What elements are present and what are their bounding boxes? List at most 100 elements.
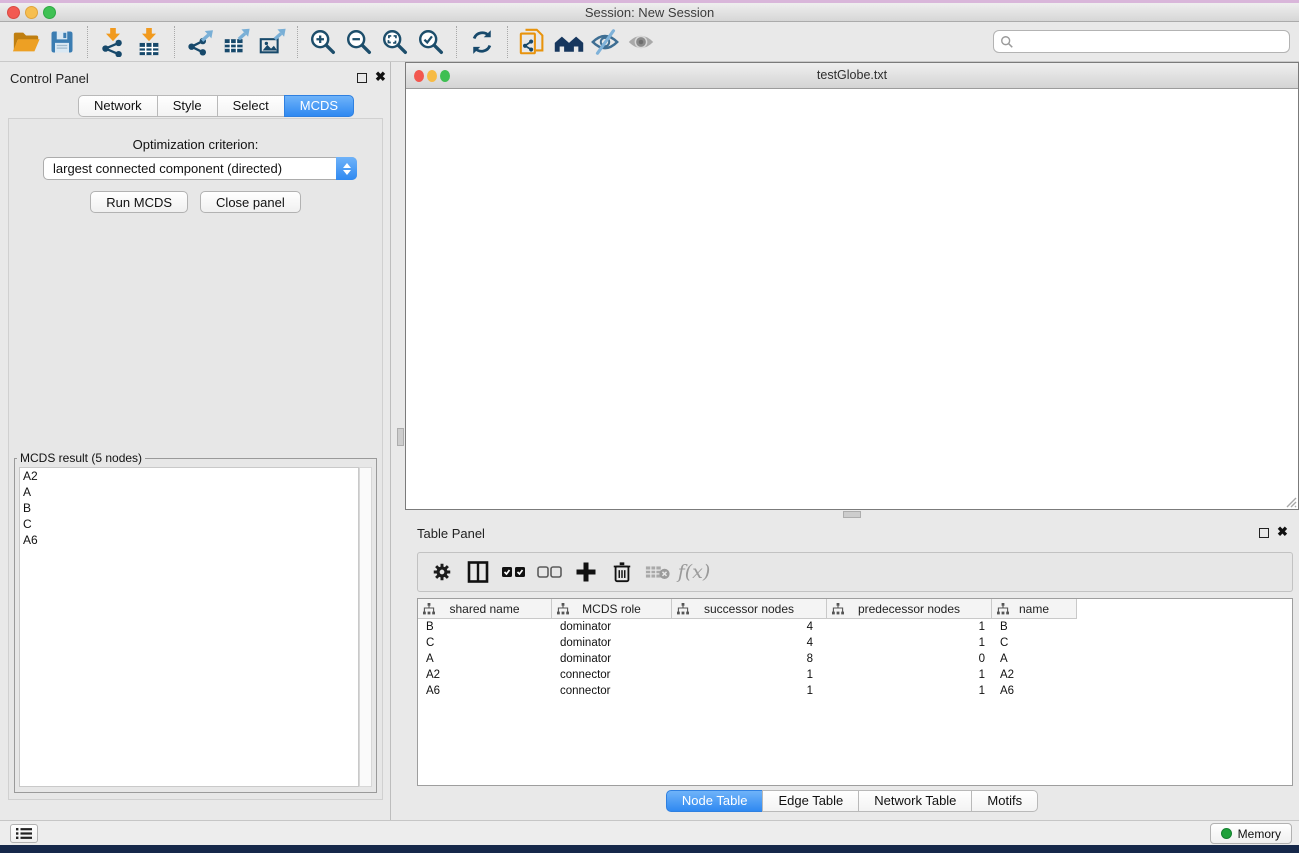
show-log-button[interactable]: [10, 824, 38, 843]
table-cell[interactable]: 1: [672, 667, 827, 683]
mcds-result-scrollbar[interactable]: [359, 467, 372, 787]
tab-select[interactable]: Select: [217, 95, 285, 117]
delete-table-button[interactable]: [642, 556, 674, 588]
table-cell[interactable]: A2: [418, 667, 552, 683]
column-header[interactable]: shared name: [418, 599, 552, 619]
network-canvas[interactable]: [406, 89, 1298, 509]
tab-edge-table[interactable]: Edge Table: [762, 790, 859, 812]
mcds-result-item[interactable]: C: [20, 516, 358, 532]
mcds-tab-panel: Optimization criterion: largest connecte…: [8, 118, 383, 800]
open-session-button[interactable]: [8, 25, 44, 59]
table-cell[interactable]: 4: [672, 619, 827, 635]
tab-node-table[interactable]: Node Table: [666, 790, 764, 812]
table-float-icon[interactable]: [1259, 528, 1269, 538]
table-cell[interactable]: 1: [827, 667, 992, 683]
column-header[interactable]: MCDS role: [552, 599, 672, 619]
table-cell[interactable]: 0: [827, 651, 992, 667]
table-cell[interactable]: B: [418, 619, 552, 635]
hide-details-eye-icon: [589, 27, 621, 57]
table-cell[interactable]: A6: [418, 683, 552, 699]
table-row[interactable]: Adominator80A: [418, 651, 1292, 667]
network-graph[interactable]: [406, 89, 1298, 509]
function-builder-button[interactable]: f(x): [678, 556, 710, 588]
column-header[interactable]: successor nodes: [672, 599, 827, 619]
tab-style[interactable]: Style: [157, 95, 218, 117]
table-cell[interactable]: 1: [827, 635, 992, 651]
refresh-button[interactable]: [464, 25, 500, 59]
tab-mcds[interactable]: MCDS: [284, 95, 354, 117]
network-window-titlebar: testGlobe.txt: [406, 63, 1298, 89]
toolbar-separator: [456, 26, 457, 58]
table-row[interactable]: A2connector11A2: [418, 667, 1292, 683]
mcds-result-item[interactable]: B: [20, 500, 358, 516]
search-input[interactable]: [1014, 31, 1289, 52]
export-network-button[interactable]: [182, 25, 218, 59]
zoom-out-button[interactable]: [341, 25, 377, 59]
table-cell[interactable]: connector: [552, 683, 672, 699]
table-row[interactable]: Cdominator41C: [418, 635, 1292, 651]
table-cell[interactable]: 8: [672, 651, 827, 667]
close-panel-button[interactable]: Close panel: [200, 191, 301, 213]
node-table-body: Bdominator41BCdominator41CAdominator80AA…: [418, 619, 1292, 785]
float-panel-icon[interactable]: [357, 73, 367, 83]
tab-motifs[interactable]: Motifs: [971, 790, 1038, 812]
table-cell[interactable]: B: [992, 619, 1077, 635]
column-header[interactable]: predecessor nodes: [827, 599, 992, 619]
export-table-button[interactable]: [218, 25, 254, 59]
status-bar: Memory: [0, 820, 1299, 845]
table-close-icon[interactable]: ✖: [1277, 525, 1288, 539]
home-button[interactable]: [551, 25, 587, 59]
add-column-button[interactable]: [570, 556, 602, 588]
table-cell[interactable]: connector: [552, 667, 672, 683]
table-cell[interactable]: dominator: [552, 619, 672, 635]
zoom-fit-button[interactable]: [377, 25, 413, 59]
export-image-button[interactable]: [254, 25, 290, 59]
window-resize-grip[interactable]: [1283, 494, 1297, 508]
mcds-result-item[interactable]: A6: [20, 532, 358, 548]
table-cell[interactable]: A6: [992, 683, 1077, 699]
split-pane-handle-vertical[interactable]: [397, 428, 404, 446]
table-cell[interactable]: 1: [827, 619, 992, 635]
settings-gear-button[interactable]: [426, 556, 458, 588]
table-row[interactable]: A6connector11A6: [418, 683, 1292, 699]
column-header[interactable]: name: [992, 599, 1077, 619]
save-session-button[interactable]: [44, 25, 80, 59]
delete-table-icon: [645, 563, 671, 581]
column-header-label: shared name: [449, 602, 519, 616]
memory-button[interactable]: Memory: [1210, 823, 1292, 844]
search-icon: [1000, 35, 1014, 49]
hide-graphics-details-button[interactable]: [587, 25, 623, 59]
deselect-all-button[interactable]: [534, 556, 566, 588]
zoom-selected-button[interactable]: [413, 25, 449, 59]
show-columns-button[interactable]: [462, 556, 494, 588]
split-pane-handle-horizontal[interactable]: [843, 511, 861, 518]
table-cell[interactable]: dominator: [552, 651, 672, 667]
table-cell[interactable]: C: [992, 635, 1077, 651]
mcds-result-item[interactable]: A2: [20, 468, 358, 484]
criterion-dropdown[interactable]: largest connected component (directed): [43, 157, 357, 180]
select-all-button[interactable]: [498, 556, 530, 588]
import-table-button[interactable]: [131, 25, 167, 59]
table-cell[interactable]: A: [992, 651, 1077, 667]
export-network-icon: [185, 27, 215, 57]
delete-column-button[interactable]: [606, 556, 638, 588]
tab-network-table[interactable]: Network Table: [858, 790, 972, 812]
table-row[interactable]: Bdominator41B: [418, 619, 1292, 635]
search-field[interactable]: [993, 30, 1290, 53]
tab-network[interactable]: Network: [78, 95, 158, 117]
table-cell[interactable]: 4: [672, 635, 827, 651]
duplicate-network-button[interactable]: [515, 25, 551, 59]
close-panel-icon[interactable]: ✖: [375, 70, 386, 84]
zoom-in-button[interactable]: [305, 25, 341, 59]
import-network-button[interactable]: [95, 25, 131, 59]
table-cell[interactable]: 1: [672, 683, 827, 699]
table-cell[interactable]: C: [418, 635, 552, 651]
table-cell[interactable]: 1: [827, 683, 992, 699]
mcds-result-item[interactable]: A: [20, 484, 358, 500]
table-cell[interactable]: A: [418, 651, 552, 667]
import-table-icon: [134, 27, 164, 57]
show-graphics-details-button[interactable]: [623, 25, 659, 59]
table-cell[interactable]: dominator: [552, 635, 672, 651]
table-cell[interactable]: A2: [992, 667, 1077, 683]
run-mcds-button[interactable]: Run MCDS: [90, 191, 188, 213]
